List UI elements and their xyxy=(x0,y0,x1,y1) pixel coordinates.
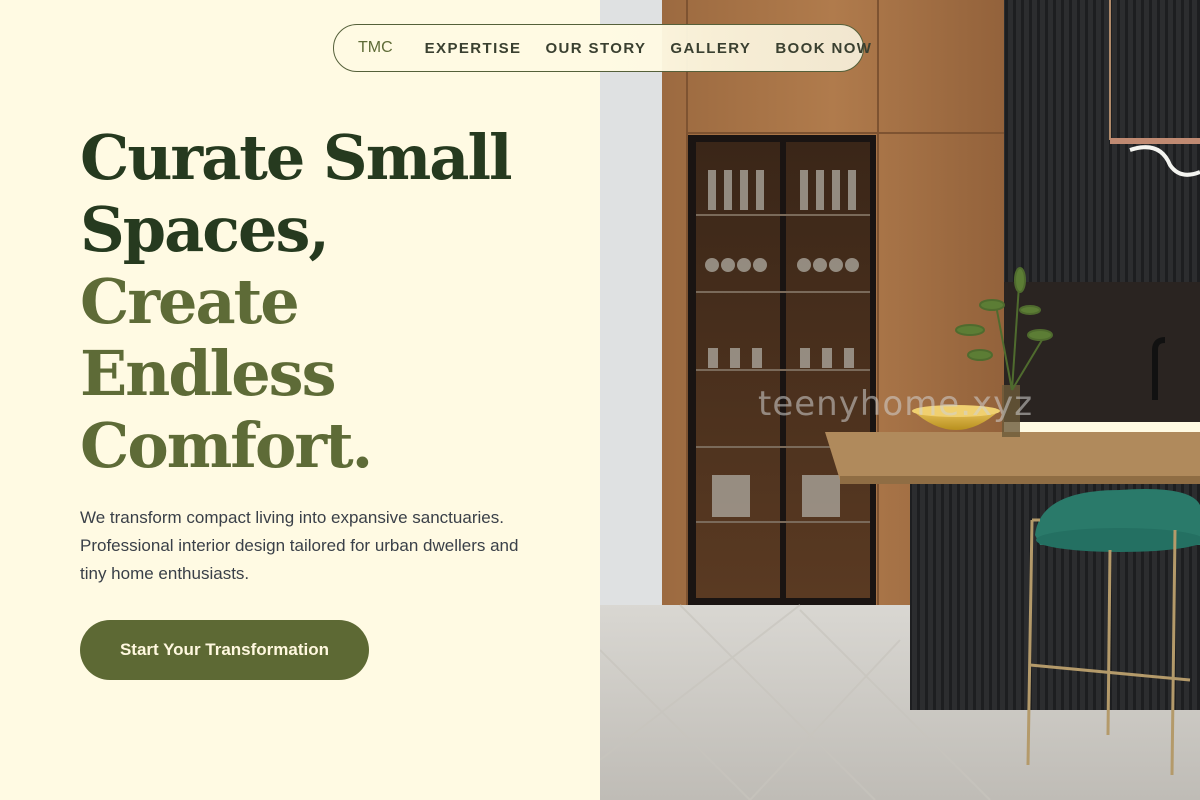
watermark-text: teenyhome.xyz xyxy=(758,384,1034,424)
kitchen-photo: teenyhome.xyz xyxy=(600,0,1200,800)
nav-link-expertise[interactable]: EXPERTISE xyxy=(425,40,522,57)
nav-link-book-now[interactable]: BOOK NOW xyxy=(775,40,872,57)
hero-panel: Curate Small Spaces, Create Endless Comf… xyxy=(0,0,600,800)
hero-subtitle: We transform compact living into expansi… xyxy=(80,508,519,583)
nav-link-gallery[interactable]: GALLERY xyxy=(670,40,751,57)
start-transformation-button[interactable]: Start Your Transformation xyxy=(80,620,369,680)
headline-line-3: Create xyxy=(80,265,300,338)
brand-logo[interactable]: TMC xyxy=(358,39,393,57)
headline-line-2: Spaces, xyxy=(80,193,330,266)
hero-headline: Curate Small Spaces, Create Endless Comf… xyxy=(80,121,513,482)
nav-link-our-story[interactable]: OUR STORY xyxy=(545,40,646,57)
headline-line-1: Curate Small xyxy=(80,121,513,194)
headline-line-5: Comfort. xyxy=(80,409,373,482)
top-navigation: TMC EXPERTISE OUR STORY GALLERY BOOK NOW xyxy=(333,24,871,72)
headline-line-4: Endless xyxy=(80,337,336,410)
